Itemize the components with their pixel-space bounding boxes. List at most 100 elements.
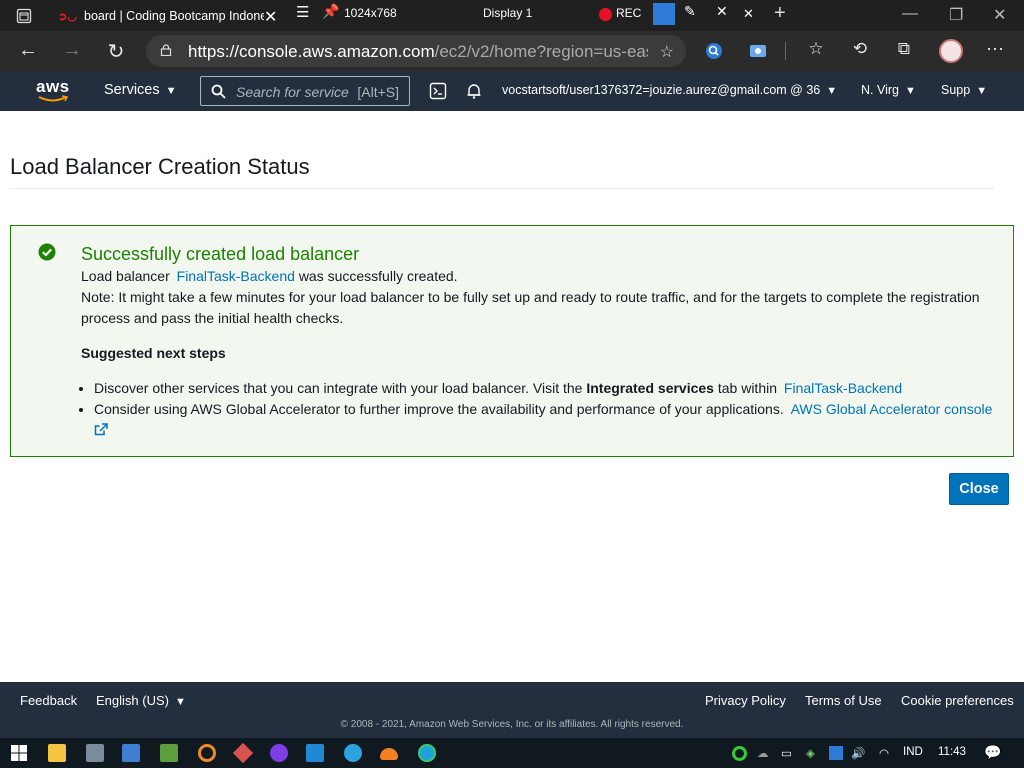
browser-tab[interactable]: ➲◡ board | Coding Bootcamp Indonesia ✕ [46,3,282,31]
profile-avatar[interactable] [939,39,963,63]
step1-middle-text: tab within [717,380,778,396]
forward-arrow-icon[interactable]: → [60,39,84,62]
created-prefix: Load balancer [81,268,170,284]
search-shortcut: [Alt+S] [357,84,399,100]
tab-actions-icon[interactable] [16,8,32,24]
bluetooth-tray-icon[interactable] [829,746,843,760]
region-label: N. Virg [861,83,899,97]
close-button[interactable]: Close [949,473,1009,505]
load-balancer-link[interactable]: FinalTask-Backend [177,268,295,284]
aws-logo-text: aws [36,77,70,96]
search-icon [211,84,226,99]
cloudshell-icon[interactable] [429,82,447,100]
alert-heading: Successfully created load balancer [81,244,360,264]
step2-text: Consider using AWS Global Accelerator to… [94,401,784,417]
caret-down-icon: ▼ [976,85,988,97]
telegram-icon[interactable] [344,744,362,762]
support-label: Supp [941,83,971,97]
search-placeholder: Search for service [236,84,349,100]
collections-icon[interactable]: ⧉ [892,39,916,59]
windows-taskbar: ☁ ▭ ◈ 🔊 ◠ IND 11:43 💬 [0,738,1024,768]
paint-icon[interactable] [160,744,178,762]
wifi-icon[interactable]: ◠ [879,746,889,760]
support-menu-button[interactable]: Supp ▼ [941,83,987,97]
browser-address-bar: ← → ↻ https://console.aws.amazon.com/ec2… [0,31,1024,71]
cloudflare-icon[interactable] [380,748,398,760]
nvidia-icon[interactable]: ◈ [806,746,815,760]
more-options-icon[interactable]: ⋯ [983,39,1007,60]
camera-icon[interactable] [653,3,675,25]
pin-icon[interactable]: 📌 [322,3,339,20]
edge-browser-icon[interactable] [418,744,436,762]
restore-icon[interactable]: ❐ [949,5,963,25]
vscode-icon[interactable] [306,744,324,762]
pen-icon[interactable]: ✎ [684,3,696,20]
url-host: https://console.aws.amazon.com [188,42,435,61]
history-icon[interactable]: ⟲ [848,39,872,59]
notification-center-icon[interactable]: 💬 [984,744,1001,761]
success-check-icon [38,243,56,261]
screen-capture-extension-icon[interactable] [748,41,768,61]
refresh-icon[interactable]: ↻ [104,39,128,64]
window-close-icon[interactable]: ✕ [993,5,1006,25]
caret-down-icon: ▼ [826,85,838,97]
copyright-text: © 2008 - 2021, Amazon Web Services, Inc.… [340,719,684,730]
alert-body: Load balancer FinalTask-Backend was succ… [81,266,1001,329]
recorder-close-icon[interactable]: ✕ [716,3,728,20]
minimize-icon[interactable]: — [902,5,918,23]
recorder-dismiss-icon[interactable]: ✕ [743,6,754,22]
aws-logo[interactable]: aws [36,77,70,105]
input-language[interactable]: IND [903,746,923,758]
aws-smile-icon [38,95,68,102]
feedback-link[interactable]: Feedback [20,693,77,708]
windows-start-icon[interactable] [10,744,28,762]
console-footer: Feedback English (US) ▼ Privacy Policy Te… [0,682,1024,738]
remote-desktop-icon[interactable] [86,744,104,762]
control-panel-icon[interactable] [122,744,140,762]
cookie-preferences-link[interactable]: Cookie preferences [901,693,1014,708]
success-alert: Successfully created load balancer Load … [10,225,1014,457]
step1-text: Discover other services that you can int… [94,380,583,396]
account-menu-button[interactable]: vocstartsoft/user1376372=jouzie.aurez@gm… [502,83,837,97]
git-icon[interactable] [232,742,254,764]
back-arrow-icon[interactable]: ← [16,39,40,62]
url-input[interactable]: https://console.aws.amazon.com/ec2/v2/ho… [146,35,686,67]
region-menu-button[interactable]: N. Virg ▼ [861,83,916,97]
battery-icon[interactable]: ▭ [781,746,792,760]
list-item: Discover other services that you can int… [94,378,994,399]
search-extension-icon[interactable] [704,41,724,61]
recorder-resolution[interactable]: 1024x768 [344,6,397,20]
new-tab-icon[interactable]: + [774,2,786,25]
tab-title: board | Coding Bootcamp Indonesia [84,9,264,23]
onedrive-icon[interactable]: ☁ [757,746,769,760]
add-favorite-icon[interactable]: ☆ [660,42,674,62]
service-search-input[interactable]: Search for service [Alt+S] [200,76,410,106]
github-desktop-icon[interactable] [270,744,288,762]
tab-close-icon[interactable]: ✕ [264,7,277,27]
language-selector[interactable]: English (US) ▼ [96,693,186,708]
menu-icon[interactable]: ☰ [296,3,309,21]
volume-icon[interactable]: 🔊 [851,746,865,760]
record-dot-icon [599,8,612,21]
services-menu-button[interactable]: Services ▼ [104,82,177,98]
recording-tray-icon[interactable] [732,746,747,761]
list-item: Consider using AWS Global Accelerator to… [94,399,994,441]
caret-down-icon: ▼ [165,85,177,97]
alert-note: Note: It might take a few minutes for yo… [81,289,980,326]
favorites-icon[interactable]: ☆ [804,39,828,59]
account-label: vocstartsoft/user1376372=jouzie.aurez@gm… [502,83,821,97]
integrated-services-lb-link[interactable]: FinalTask-Backend [784,380,902,396]
recorder-display[interactable]: Display 1 [483,6,532,20]
services-label: Services [104,82,160,98]
integrated-services-label: Integrated services [586,380,714,396]
postman-icon[interactable] [198,744,216,762]
terms-of-use-link[interactable]: Terms of Use [805,693,882,708]
clock[interactable]: 11:43 [938,746,966,758]
browser-title-bar: ➲◡ board | Coding Bootcamp Indonesia ✕ ☰… [0,0,1024,31]
caret-down-icon: ▼ [174,696,186,708]
privacy-policy-link[interactable]: Privacy Policy [705,693,786,708]
rec-button[interactable]: REC [616,6,641,20]
global-accelerator-link-label: AWS Global Accelerator console [790,401,993,417]
file-explorer-icon[interactable] [48,744,66,762]
notifications-bell-icon[interactable] [465,82,483,100]
